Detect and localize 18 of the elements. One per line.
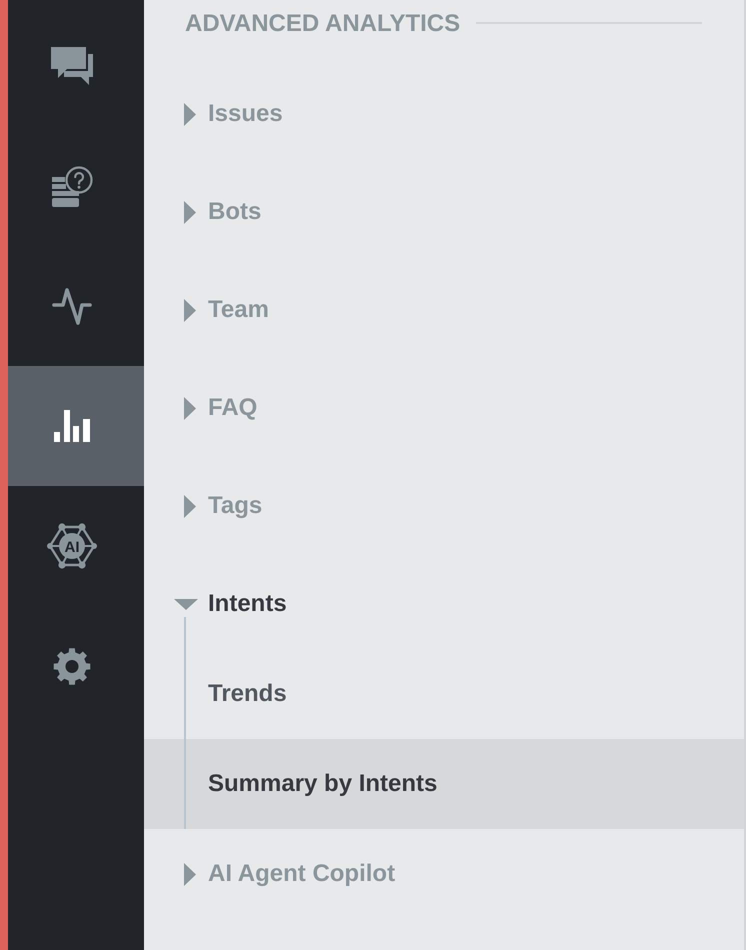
pulse-line-icon: [52, 288, 92, 324]
menu-item[interactable]: Tags: [144, 461, 744, 551]
settings-icon: [53, 648, 91, 684]
faq-document-icon: [52, 166, 92, 206]
menu-item[interactable]: Team: [144, 265, 744, 355]
speech-bubbles-icon: [51, 47, 93, 85]
bar-chart-icon: [54, 410, 90, 442]
submenu-item[interactable]: Trends: [144, 649, 744, 739]
nav-button[interactable]: [8, 366, 144, 486]
nav-button[interactable]: AI: [8, 486, 144, 606]
submenu-item[interactable]: Summary by Intents: [144, 739, 744, 829]
menu-item[interactable]: Issues: [144, 69, 744, 159]
ai-network-icon: AI: [47, 523, 97, 569]
menu-item[interactable]: FAQ: [144, 363, 744, 453]
menu-item[interactable]: Bots: [144, 167, 744, 257]
menu-item[interactable]: AI Agent Copilot: [144, 829, 744, 919]
section-heading: ADVANCED ANALYTICS: [185, 10, 460, 38]
menu-item[interactable]: Intents: [144, 559, 744, 649]
